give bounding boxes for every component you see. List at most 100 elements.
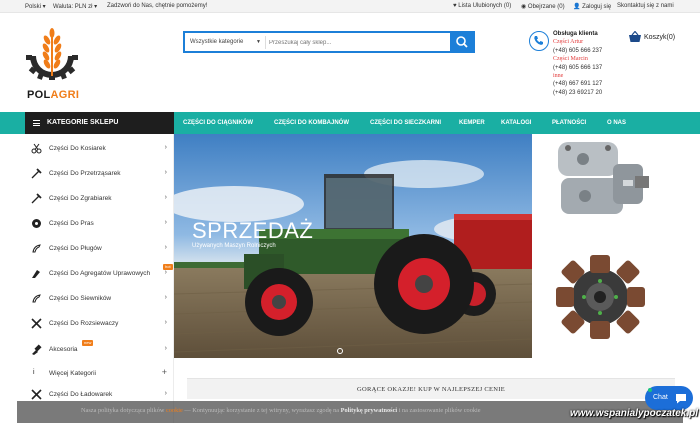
slider-dot[interactable] [337, 348, 343, 354]
chevron-right-icon: › [164, 390, 167, 397]
viewed-label: Obejrzane (0) [527, 4, 565, 10]
login-link[interactable]: 👤 Zaloguj się [573, 3, 611, 10]
sidebar-item-cultivators[interactable]: Części Do Agregatów Uprawowych hot › [25, 261, 174, 286]
currency-label: Waluta: PLN zł [53, 4, 93, 10]
contact-link[interactable]: Skontaktuj się z nami [617, 3, 674, 9]
chevron-right-icon: › [164, 169, 167, 176]
accessories-icon [32, 344, 42, 355]
nav-link-payments[interactable]: PŁATNOŚCI [552, 120, 586, 126]
contact-label: inne [553, 73, 564, 80]
clutch-disc-photo [556, 255, 645, 339]
search-category-select[interactable]: Wszystkie kategorie [190, 39, 243, 45]
contact-phone[interactable]: (+48) 667 691 127 [553, 80, 602, 88]
cookie-text-prefix: Nasza polityka dotycząca plików [81, 407, 165, 414]
sidebar-item-label: Części Do Przetrząsarek [49, 170, 121, 177]
new-badge: new [82, 340, 94, 346]
cookie-text-suffix: i na zastosowanie plików cookie [398, 407, 481, 414]
wishlist-label: Lista Ulubionych (0) [458, 3, 512, 9]
contact-phone[interactable]: (+48) 605 666 237 [553, 47, 602, 55]
nav-link-forage-harvesters[interactable]: CZĘŚCI DO SIECZKARNI [370, 120, 441, 126]
cultivator-icon [32, 270, 40, 278]
chat-bubble-icon [676, 394, 686, 404]
clutch-disc-image[interactable] [556, 255, 645, 339]
top-bar: Polski ▾ Waluta: PLN zł ▾ Zadzwoń do Nas… [0, 0, 700, 13]
currency-select[interactable]: Waluta: PLN zł ▾ [53, 3, 97, 10]
cart-button[interactable]: Koszyk(0) [628, 30, 676, 43]
cart-label: Koszyk(0) [643, 33, 676, 41]
customer-service-heading: Obsługa klienta [553, 31, 598, 37]
sidebar-item-ploughs[interactable]: Części Do Pługów › [25, 236, 174, 261]
contact-label: Części Artur [553, 39, 584, 46]
hamburger-icon [33, 120, 40, 126]
plus-icon: + [161, 367, 167, 377]
hot-deals-title: GORĄCE OKAZJE! KUP W NAJLEPSZEJ CENIE [356, 386, 506, 393]
contact-label: Części Marcin [553, 56, 588, 63]
cookie-link[interactable]: cookie [166, 407, 183, 414]
chevron-right-icon: › [164, 269, 167, 276]
search-input[interactable] [269, 36, 444, 49]
chevron-right-icon: › [164, 319, 167, 326]
search-bar: Wszystkie kategorie ▼ [183, 31, 475, 53]
search-divider [265, 36, 266, 49]
chevron-right-icon: › [164, 144, 167, 151]
rake-icon [31, 193, 42, 204]
category-sidebar: Części Do Kosiarek › Części Do Przetrząs… [25, 134, 174, 423]
user-icon: 👤 [573, 4, 581, 10]
sidebar-item-seeders[interactable]: Części Do Siewników › [25, 286, 174, 311]
contact-phone[interactable]: (+48) 23 69217 20 [553, 89, 602, 97]
sidebar-item-label: Części Do Rozsiewaczy [49, 320, 119, 327]
eye-icon: ◉ [521, 4, 527, 10]
scissors-icon [31, 143, 42, 154]
heart-icon: ♥ [453, 3, 457, 9]
chat-button[interactable]: Chat [645, 386, 693, 410]
more-icon: i [33, 369, 35, 376]
chevron-right-icon: › [164, 294, 167, 301]
sidebar-item-label: Akcesoria [49, 346, 78, 353]
spreader-icon [31, 318, 42, 329]
privacy-policy-link[interactable]: Politykę prywatności [341, 407, 398, 414]
press-icon [32, 219, 41, 228]
contact-phone[interactable]: (+48) 605 666 137 [553, 64, 602, 72]
sidebar-item-label: Więcej Kategorii [49, 370, 96, 377]
categories-toggle[interactable]: KATEGORIE SKLEPU [25, 112, 174, 134]
loader-icon [31, 389, 42, 400]
watermark: www.wspanialypoczatek.pl [570, 408, 698, 419]
online-status-dot [648, 388, 652, 392]
logo-text[interactable]: POLAGRI [27, 89, 79, 101]
search-button[interactable] [450, 32, 474, 52]
logo-text-part1: POL [27, 89, 51, 101]
sidebar-item-rakes[interactable]: Części Do Zgrabiarek › [25, 186, 174, 211]
chat-label: Chat [653, 394, 668, 401]
viewed-link[interactable]: ◉ Obejrzane (0) [521, 3, 565, 10]
sidebar-item-label: Części Do Pługów [49, 245, 102, 252]
sidebar-item-accessories[interactable]: Akcesoria new › [25, 337, 174, 362]
hydraulic-pump-photo [558, 142, 649, 214]
customer-service: Obsługa klienta Części Artur (+48) 605 6… [553, 30, 602, 97]
nav-link-tractors[interactable]: CZĘŚCI DO CIĄGNIKÓW [183, 120, 253, 126]
wishlist-link[interactable]: ♥ Lista Ulubionych (0) [453, 3, 511, 9]
sidebar-item-tedders[interactable]: Części Do Przetrząsarek › [25, 161, 174, 186]
chevron-down-icon: ▼ [256, 39, 261, 45]
login-label: Zaloguj się [582, 4, 612, 10]
chevron-right-icon: › [164, 219, 167, 226]
search-icon [456, 36, 468, 48]
plough-icon [32, 244, 41, 253]
sidebar-item-label: Części Do Siewników [49, 295, 112, 302]
chevron-right-icon: › [164, 345, 167, 352]
sidebar-item-mowers[interactable]: Części Do Kosiarek › [25, 136, 174, 161]
basket-icon [629, 30, 641, 42]
sidebar-item-label: Części Do Zgrabiarek [49, 195, 112, 202]
nav-link-about[interactable]: O NAS [607, 120, 626, 126]
cookie-text: Nasza polityka dotycząca plików cookie —… [81, 407, 481, 414]
language-select[interactable]: Polski ▾ [25, 3, 46, 10]
nav-link-kemper[interactable]: KEMPER [459, 120, 485, 126]
nav-link-combines[interactable]: CZĘŚCI DO KOMBAJNÓW [274, 120, 349, 126]
seeder-icon [32, 294, 41, 303]
logo-text-part2: AGRI [50, 89, 80, 101]
chevron-right-icon: › [164, 244, 167, 251]
hydraulic-pump-image[interactable] [553, 134, 650, 226]
language-label: Polski [25, 4, 42, 10]
sidebar-item-balers[interactable]: Części Do Pras › [25, 211, 174, 236]
sidebar-item-spreaders[interactable]: Części Do Rozsiewaczy › [25, 311, 174, 336]
nav-link-catalogs[interactable]: KATALOGI [501, 120, 531, 126]
